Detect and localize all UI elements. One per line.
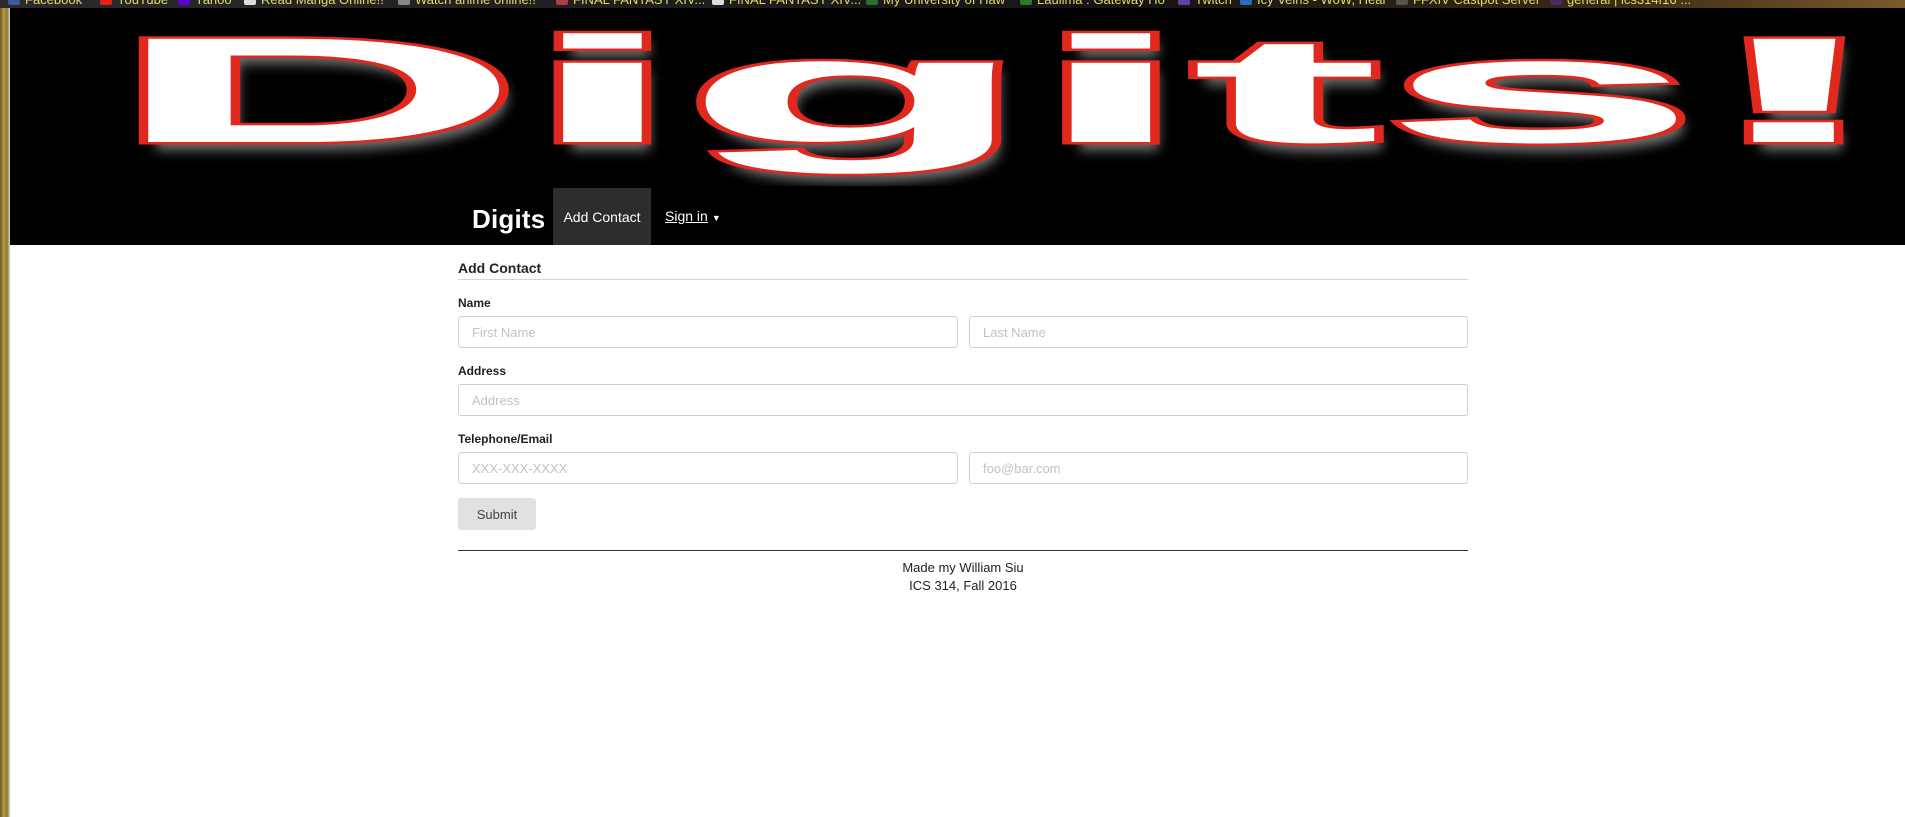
bookmark-favicon-icon [178, 0, 190, 5]
bookmark-favicon-icon [1240, 0, 1252, 5]
bookmark-label: My University of Haw [883, 0, 1005, 7]
bookmark-item[interactable]: Twitch [1178, 0, 1232, 8]
bookmark-favicon-icon [712, 0, 724, 5]
site-banner: Digits! Digits! Digits Add Contact Sign … [10, 8, 1905, 245]
bookmark-favicon-icon [100, 0, 112, 5]
nav-item-add-contact[interactable]: Add Contact [553, 188, 651, 245]
bookmark-label: FFXIV Castpot Server [1413, 0, 1540, 7]
bookmark-favicon-icon [1020, 0, 1032, 5]
address-input[interactable] [458, 384, 1468, 416]
top-navbar: Digits Add Contact Sign in ▼ [10, 188, 1905, 245]
signin-dropdown[interactable]: Sign in ▼ [665, 208, 721, 224]
bookmark-favicon-icon [244, 0, 256, 5]
bookmark-item[interactable]: Facebook [8, 0, 82, 8]
bookmark-item[interactable]: Read Manga Online!! [244, 0, 384, 8]
bookmark-label: Laulima : Gateway Ho [1037, 0, 1165, 7]
bookmark-item[interactable]: FFXIV Castpot Server [1396, 0, 1540, 8]
add-contact-form: Add Contact Name Address Telephone/Email… [458, 260, 1468, 593]
bookmark-label: FINAL FANTASY XIV... [729, 0, 861, 7]
address-label: Address [458, 364, 507, 378]
footer-credit: Made my William Siu [902, 560, 1024, 575]
bookmark-favicon-icon [1550, 0, 1562, 5]
bookmark-item[interactable]: YouTube [100, 0, 168, 8]
bookmark-item[interactable]: My University of Haw [866, 0, 1005, 8]
footer-divider [458, 550, 1468, 551]
bookmark-label: Yahoo [195, 0, 232, 7]
bookmark-item[interactable]: FINAL FANTASY XIV... [556, 0, 705, 8]
bookmark-label: Icy Veins - WoW, Hear [1257, 0, 1387, 7]
submit-button[interactable]: Submit [458, 498, 536, 530]
signin-label: Sign in [665, 208, 708, 224]
bookmark-item[interactable]: Icy Veins - WoW, Hear [1240, 0, 1387, 8]
bookmark-label: Read Manga Online!! [261, 0, 384, 7]
telephone-email-label: Telephone/Email [458, 432, 553, 446]
last-name-input[interactable] [969, 316, 1468, 348]
bookmark-label: Watch anime online!! [415, 0, 536, 7]
bookmark-label: FINAL FANTASY XIV... [573, 0, 705, 7]
browser-side-strip [0, 0, 10, 817]
bookmark-item[interactable]: Watch anime online!! [398, 0, 536, 8]
page-footer: Made my William Siu ICS 314, Fall 2016 [458, 559, 1468, 595]
form-title: Add Contact [458, 260, 1468, 280]
logo-text: Digits! [110, 26, 1890, 174]
bookmark-favicon-icon [8, 0, 20, 5]
bookmark-item[interactable]: general | ics314f16 ... [1550, 0, 1691, 8]
caret-down-icon: ▼ [711, 213, 721, 223]
bookmark-label: general | ics314f16 ... [1567, 0, 1691, 7]
bookmark-favicon-icon [1178, 0, 1190, 5]
telephone-input[interactable] [458, 452, 958, 484]
footer-course: ICS 314, Fall 2016 [909, 578, 1017, 593]
brand-link[interactable]: Digits [472, 204, 545, 235]
first-name-input[interactable] [458, 316, 958, 348]
bookmark-item[interactable]: Yahoo [178, 0, 232, 8]
nav-item-label: Add Contact [563, 208, 641, 225]
digits-logo: Digits! Digits! [108, 26, 1899, 182]
bookmark-favicon-icon [866, 0, 878, 5]
bookmark-label: Facebook [25, 0, 82, 7]
email-input[interactable] [969, 452, 1468, 484]
bookmark-favicon-icon [1396, 0, 1408, 5]
bookmark-label: YouTube [117, 0, 168, 7]
bookmark-favicon-icon [398, 0, 410, 5]
name-label: Name [458, 296, 491, 310]
bookmarks-bar: Facebook YouTube Yahoo Read Manga Online!! W… [0, 0, 1905, 8]
bookmark-label: Twitch [1195, 0, 1232, 7]
bookmark-item[interactable]: Laulima : Gateway Ho [1020, 0, 1165, 8]
bookmark-favicon-icon [556, 0, 568, 5]
bookmark-item[interactable]: FINAL FANTASY XIV... [712, 0, 861, 8]
